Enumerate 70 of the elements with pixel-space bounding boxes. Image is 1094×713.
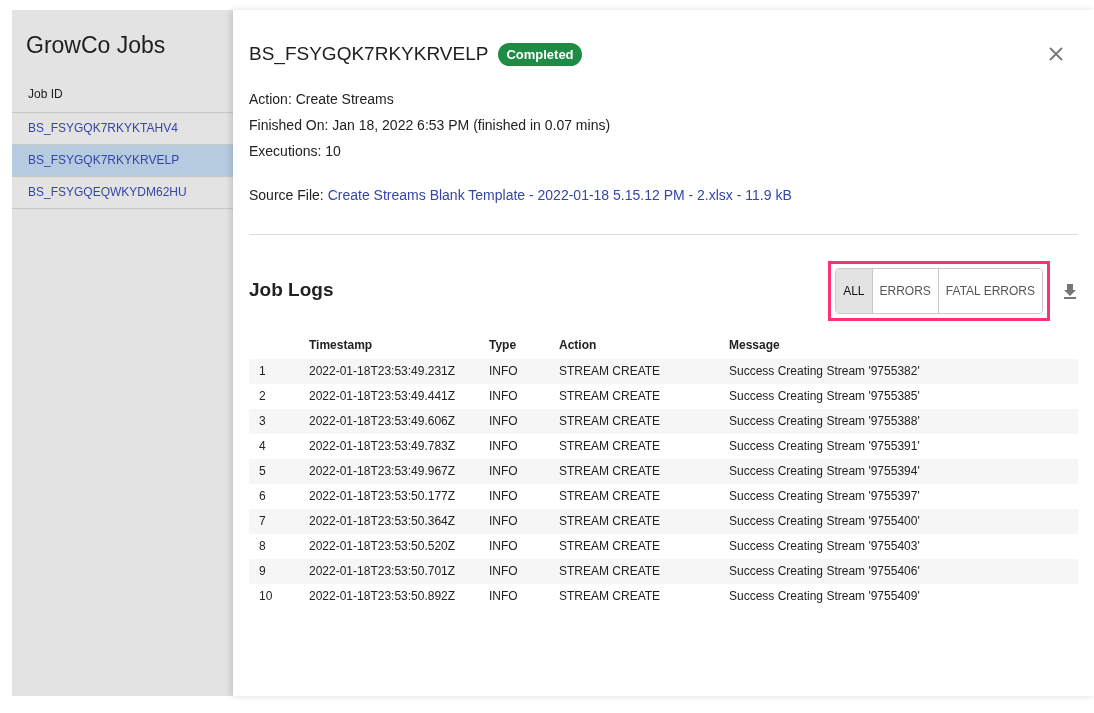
column-header: Action (559, 337, 597, 352)
table-cell: Success Creating Stream '9755394' (729, 464, 920, 478)
table-cell: 2022-01-18T23:53:49.967Z (309, 464, 456, 478)
column-header: Message (729, 337, 780, 352)
table-cell: STREAM CREATE (559, 414, 661, 428)
section-title: Job Logs (249, 278, 334, 303)
filter-toggle[interactable]: ALL (836, 268, 872, 313)
source-label: Source File: (249, 185, 324, 205)
table-cell: 2 (259, 389, 266, 403)
table-cell: STREAM CREATE (559, 564, 661, 578)
table-cell: INFO (489, 439, 518, 453)
column-header: Type (489, 337, 517, 352)
filter-toggle[interactable]: FATAL ERRORS (937, 268, 1042, 313)
table-cell: STREAM CREATE (559, 489, 661, 503)
job-row[interactable]: BS_FSYGQK7RKYKRVELP (12, 144, 233, 177)
table-cell: 2022-01-18T23:53:50.364Z (309, 514, 456, 528)
table-cell: INFO (489, 539, 518, 553)
table-cell: INFO (489, 564, 518, 578)
table-cell: STREAM CREATE (559, 389, 661, 403)
close-icon (1048, 46, 1064, 63)
table-cell: 2022-01-18T23:53:50.520Z (309, 539, 456, 553)
table-cell: STREAM CREATE (559, 464, 661, 478)
table-cell: INFO (489, 514, 518, 528)
app-title: GrowCo Jobs (25, 31, 167, 60)
table-cell: INFO (489, 389, 518, 403)
table-cell: 7 (259, 514, 266, 528)
table-cell: STREAM CREATE (559, 514, 661, 528)
table-cell: 6 (259, 489, 266, 503)
table-cell: Success Creating Stream '9755403' (729, 539, 920, 553)
table-cell: Success Creating Stream '9755400' (729, 514, 920, 528)
table-cell: 8 (259, 539, 266, 553)
table-cell: 2022-01-18T23:53:49.441Z (309, 389, 456, 403)
table-cell: Success Creating Stream '9755388' (729, 414, 920, 428)
table-cell: 2022-01-18T23:53:49.606Z (309, 414, 456, 428)
download-button[interactable] (1062, 282, 1078, 299)
detail-text: Executions: 10 (249, 141, 342, 161)
table-cell: 10 (259, 589, 273, 603)
table-cell: 1 (259, 364, 266, 378)
download-icon (1062, 282, 1078, 299)
table-cell: INFO (489, 589, 518, 603)
dialog-title: BS_FSYGQK7RKYKRVELP (249, 42, 489, 67)
table-cell: 4 (259, 439, 266, 453)
column-header: Timestamp (309, 337, 373, 352)
table-cell: 2022-01-18T23:53:50.701Z (309, 564, 456, 578)
table-cell: 2022-01-18T23:53:49.231Z (309, 364, 456, 378)
table-cell: INFO (489, 464, 518, 478)
table-cell: 2022-01-18T23:53:50.892Z (309, 589, 456, 603)
table-cell: STREAM CREATE (559, 364, 661, 378)
table-cell: STREAM CREATE (559, 589, 661, 603)
table-cell: 3 (259, 414, 266, 428)
table-cell: 9 (259, 564, 266, 578)
detail-text: Finished On: Jan 18, 2022 6:53 PM (finished in 0.07 mins) (249, 115, 612, 135)
status-badge: Completed (498, 42, 582, 66)
table-cell: STREAM CREATE (559, 439, 661, 453)
table-cell: Success Creating Stream '9755397' (729, 489, 920, 503)
table-cell: INFO (489, 364, 518, 378)
table-cell: STREAM CREATE (559, 539, 661, 553)
table-cell: 5 (259, 464, 266, 478)
table-cell: Success Creating Stream '9755382' (729, 364, 920, 378)
table-cell: Success Creating Stream '9755391' (729, 439, 920, 453)
table-cell: Success Creating Stream '9755385' (729, 389, 920, 403)
table-cell: Success Creating Stream '9755406' (729, 564, 920, 578)
table-cell: Success Creating Stream '9755409' (729, 589, 920, 603)
table-cell: INFO (489, 414, 518, 428)
detail-text: Action: Create Streams (249, 89, 395, 109)
table-cell: INFO (489, 489, 518, 503)
close-button[interactable] (1048, 46, 1064, 63)
table-cell: 2022-01-18T23:53:50.177Z (309, 489, 456, 503)
table-cell: 2022-01-18T23:53:49.783Z (309, 439, 456, 453)
source-file-link[interactable]: Create Streams Blank Template - 2022-01-18 5.15.12 PM - 2.xlsx - 11.9 kB (327, 184, 792, 206)
